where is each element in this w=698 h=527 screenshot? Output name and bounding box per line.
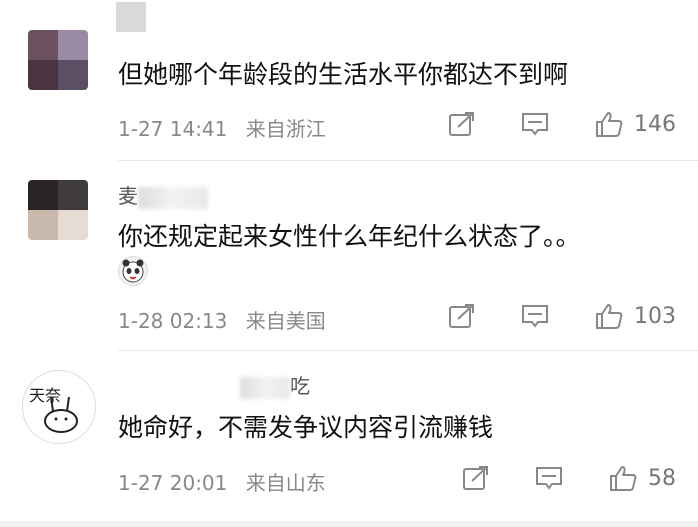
- comment-item: 天奈 吃 她命好，不需发争议内容引流赚钱 1-27 20:01 来自山东 58: [0, 350, 698, 520]
- comment-button[interactable]: [520, 111, 550, 137]
- thumbs-up-icon: [596, 304, 623, 329]
- username-redaction: [240, 376, 290, 399]
- share-icon: [449, 112, 474, 136]
- share-icon: [463, 466, 488, 490]
- comment-actions: 58: [462, 464, 676, 492]
- comment-item: 麦 你还规定起来女性什么年纪什么状态了。。 1-28 02:13 来自美国 10…: [0, 160, 698, 350]
- bottom-divider: [0, 521, 698, 527]
- like-button[interactable]: 146: [594, 110, 676, 138]
- comment-text: 但她哪个年龄段的生活水平你都达不到啊: [118, 60, 569, 89]
- comment-icon: [522, 305, 548, 328]
- avatar[interactable]: 天奈: [22, 370, 96, 444]
- comment-actions: 103: [448, 302, 676, 330]
- share-icon: [449, 304, 474, 328]
- comment-icon: [522, 113, 548, 136]
- share-button[interactable]: [448, 111, 476, 137]
- username-text: 吃: [290, 374, 310, 398]
- share-button[interactable]: [448, 303, 476, 329]
- comment-meta: 1-28 02:13 来自美国: [118, 305, 326, 334]
- share-button[interactable]: [462, 465, 490, 491]
- comment-button[interactable]: [520, 303, 550, 329]
- comment-text: 你还规定起来女性什么年纪什么状态了。。: [118, 222, 581, 251]
- username[interactable]: 吃: [240, 370, 310, 399]
- like-count: 58: [648, 465, 676, 491]
- comment-location: 来自美国: [245, 309, 326, 333]
- panda-emoji-icon: [118, 256, 148, 286]
- like-button[interactable]: 58: [608, 464, 676, 492]
- thumbs-up-icon: [610, 466, 637, 491]
- comment-actions: 146: [448, 110, 676, 138]
- username[interactable]: 麦: [118, 180, 208, 209]
- comment-icon: [536, 467, 562, 490]
- like-button[interactable]: 103: [594, 302, 676, 330]
- comment-meta: 1-27 20:01 来自山东: [118, 467, 326, 496]
- comment-date: 1-27 20:01: [118, 471, 228, 495]
- avatar[interactable]: [28, 30, 88, 90]
- comment-date: 1-27 14:41: [118, 117, 228, 141]
- like-count: 146: [634, 111, 676, 137]
- comment-item: 但她哪个年龄段的生活水平你都达不到啊 1-27 14:41 来自浙江 146: [0, 0, 698, 165]
- svg-text:天奈: 天奈: [29, 386, 61, 405]
- thumbs-up-icon: [596, 112, 623, 137]
- username-redaction: [138, 186, 208, 209]
- comment-location: 来自浙江: [245, 117, 326, 141]
- comment-text: 她命好，不需发争议内容引流赚钱: [118, 413, 494, 442]
- comment-meta: 1-27 14:41 来自浙江: [118, 113, 326, 142]
- username-text: 麦: [118, 184, 138, 208]
- avatar[interactable]: [28, 180, 88, 240]
- comment-location: 来自山东: [245, 471, 326, 495]
- comment-button[interactable]: [534, 465, 564, 491]
- like-count: 103: [634, 303, 676, 329]
- comment-date: 1-28 02:13: [118, 309, 228, 333]
